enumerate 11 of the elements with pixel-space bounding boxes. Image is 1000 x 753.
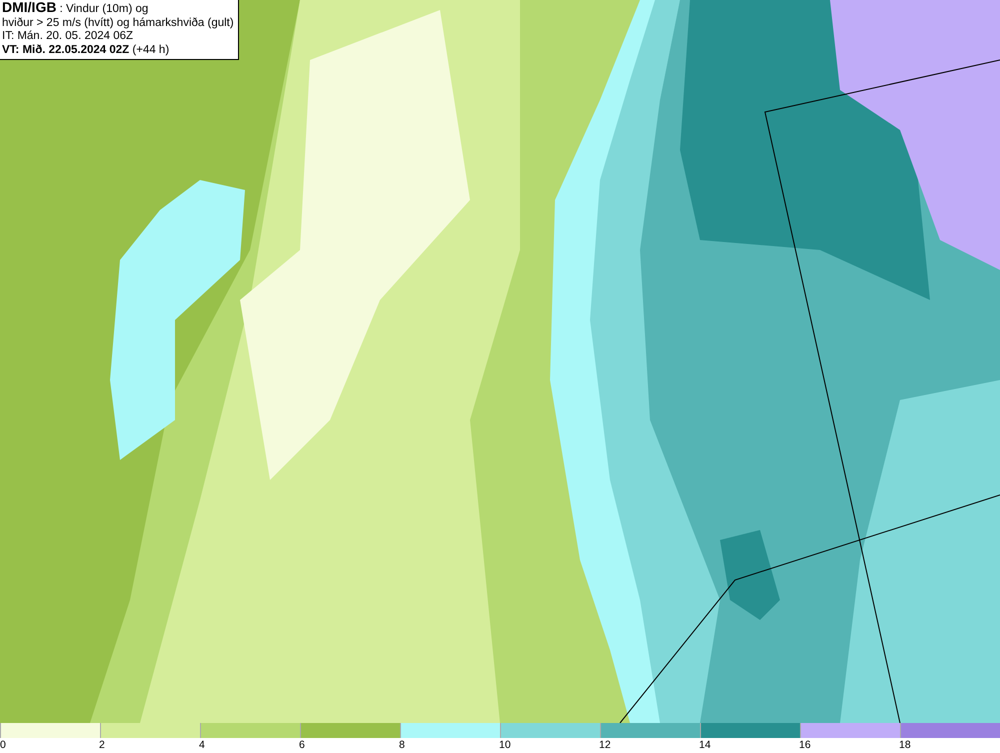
map-title-label: DMI/IGB : Vindur (10m) og hviður > 25 m/s (hvítt) og hámarkshviða (gult) IT: Mán. 20. 05. 2024 06Z VT: Mið. 22.05.2024 02Z (+44 h) xyxy=(0,0,239,60)
legend-tick-label: 18 xyxy=(898,738,912,753)
legend-tick-label: 14 xyxy=(698,738,712,753)
legend-tick-label: 16 xyxy=(798,738,812,753)
legend-tick-label: 6 xyxy=(298,738,306,753)
legend-tick-label: 8 xyxy=(398,738,406,753)
legend-tick-label: 4 xyxy=(198,738,206,753)
legend-tick-label: 10 xyxy=(498,738,512,753)
legend-tick-label: 12 xyxy=(598,738,612,753)
legend-tick-label: 0 xyxy=(0,738,7,753)
legend-tick-label: 2 xyxy=(98,738,106,753)
